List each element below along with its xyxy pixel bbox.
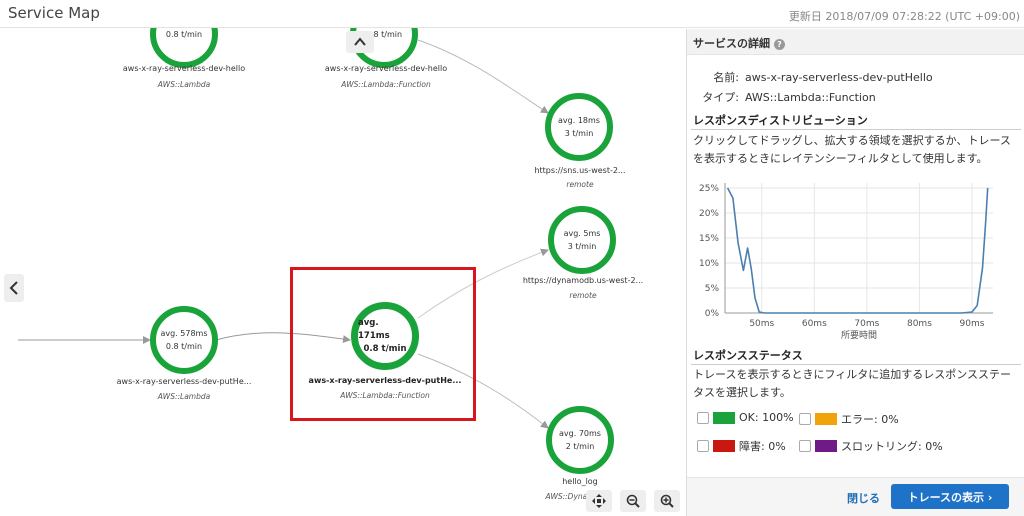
- x-tick-label: 70ms: [854, 319, 879, 329]
- node-name: https://dynamodb.us-west-2...: [522, 276, 644, 285]
- node-type: remote: [566, 180, 594, 189]
- service-details-panel: サービスの詳細? 名前: aws-x-ray-serverless-dev-put…: [686, 29, 1024, 516]
- name-value: aws-x-ray-serverless-dev-putHello: [745, 71, 933, 84]
- node-type: AWS::Lambda::Function: [341, 80, 431, 89]
- node-type: AWS::Lambda: [157, 80, 211, 89]
- type-value: AWS::Lambda::Function: [745, 91, 876, 104]
- response-distribution-chart[interactable]: 0% 5% 10% 15% 20% 25% 50ms 60ms 70ms 80ms 90ms 所要時間: [687, 173, 1024, 345]
- help-icon[interactable]: ?: [774, 39, 785, 50]
- service-map-canvas[interactable]: 0.8 t/min aws-x-ray-serverless-dev-hello…: [0, 28, 686, 516]
- x-tick-label: 90ms: [960, 319, 985, 329]
- collapse-button[interactable]: [346, 31, 374, 53]
- status-ok-checkbox[interactable]: OK: 100%: [697, 411, 794, 424]
- x-tick-label: 50ms: [749, 319, 774, 329]
- zoom-in-icon: [660, 494, 674, 508]
- node-type: remote: [569, 291, 597, 300]
- divider: [691, 129, 1021, 130]
- y-tick-label: 0%: [705, 309, 720, 319]
- status-fault-swatch: [713, 440, 735, 452]
- x-tick-label: 60ms: [802, 319, 827, 329]
- node-name: aws-x-ray-serverless-dev-hello: [324, 64, 448, 73]
- close-link[interactable]: 閉じる: [847, 490, 880, 506]
- node-type: AWS::Lambda: [157, 392, 211, 401]
- response-distribution-description: クリックしてドラッグし、拡大する領域を選択するか、トレースを表示するときにレイテ…: [693, 134, 1011, 165]
- node-name: aws-x-ray-serverless-dev-hello: [122, 64, 246, 73]
- panel-header: サービスの詳細?: [687, 29, 1024, 55]
- move-icon: [592, 494, 606, 508]
- y-tick-label: 5%: [705, 284, 720, 294]
- top-header: Service Map 更新日 2018/07/09 07:28:22 (UTC…: [0, 0, 1024, 28]
- status-ok-swatch: [713, 411, 735, 424]
- status-error-swatch: [815, 413, 837, 425]
- panel-title: サービスの詳細: [693, 37, 770, 50]
- response-status-description: トレースを表示するときにフィルタに追加するレスポンスステータスを選択します。: [693, 368, 1012, 399]
- chevron-left-icon: [9, 281, 18, 295]
- zoom-out-button[interactable]: [620, 490, 646, 512]
- y-tick-label: 10%: [699, 259, 719, 269]
- service-name-row: 名前: aws-x-ray-serverless-dev-putHello: [693, 69, 933, 85]
- node-name: https://sns.us-west-2...: [534, 166, 626, 175]
- x-axis-label: 所要時間: [841, 330, 877, 341]
- chevron-up-icon: [354, 37, 366, 46]
- node-name: hello_log: [562, 477, 598, 486]
- x-tick-label: 80ms: [907, 319, 932, 329]
- panel-footer: 閉じる トレースの表示 ›: [687, 477, 1024, 516]
- status-throttle-checkbox[interactable]: スロットリング: 0%: [799, 438, 943, 454]
- edge-hello-fn-to-sns: [417, 39, 549, 114]
- service-type-row: タイプ: AWS::Lambda::Function: [693, 89, 876, 105]
- selection-highlight: [290, 267, 476, 421]
- type-label: タイプ:: [702, 91, 739, 104]
- view-traces-button[interactable]: トレースの表示 ›: [891, 484, 1009, 509]
- y-tick-label: 20%: [699, 209, 719, 219]
- expand-side-button[interactable]: [4, 274, 24, 302]
- zoom-out-icon: [626, 494, 640, 508]
- zoom-in-button[interactable]: [654, 490, 680, 512]
- status-fault-checkbox[interactable]: 障害: 0%: [697, 438, 786, 454]
- name-label: 名前:: [713, 71, 739, 84]
- status-error-checkbox[interactable]: エラー: 0%: [799, 411, 899, 427]
- divider: [691, 364, 1021, 365]
- response-distribution-title: レスポンスディストリビューション: [693, 114, 868, 127]
- y-tick-label: 25%: [699, 184, 719, 194]
- updated-timestamp: 更新日 2018/07/09 07:28:22 (UTC +09:00): [788, 10, 1020, 23]
- y-tick-label: 15%: [699, 234, 719, 244]
- node-name: aws-x-ray-serverless-dev-putHe...: [116, 377, 252, 386]
- response-status-title: レスポンスステータス: [693, 349, 803, 362]
- pan-button[interactable]: [586, 490, 612, 512]
- series-line: [726, 187, 989, 314]
- page-title: Service Map: [8, 4, 100, 22]
- status-throttle-swatch: [815, 440, 837, 452]
